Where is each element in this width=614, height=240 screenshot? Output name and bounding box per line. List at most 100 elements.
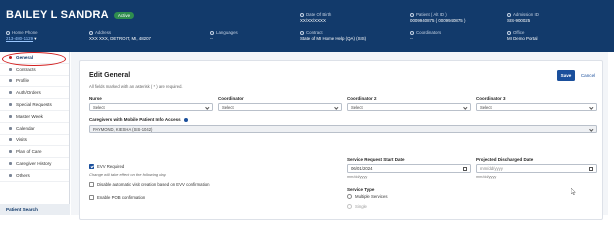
sidebar-nav: General Contracts Profile Auth/Orders Sp… [0, 52, 70, 215]
coordinator2-select[interactable]: Select [347, 103, 471, 111]
address-value: XXX XXX, DETROIT, MI, 48207 [89, 35, 151, 41]
chevron-down-icon [589, 127, 594, 132]
disable-auto-creation-row[interactable]: Disable automatic visit creation based o… [89, 182, 210, 187]
sidebar-item-label: Plan of Care [16, 149, 42, 155]
sidebar-item-label: Visits [16, 137, 27, 143]
address-label: Address [95, 30, 112, 35]
enable-pob-row[interactable]: Enable POB confirmation [89, 195, 145, 200]
nurse-select-value: Select [93, 104, 105, 110]
caregiver-history-icon [9, 162, 12, 166]
coordinator-label: Coordinator [218, 96, 244, 101]
edit-general-card: Edit General All fields marked with an a… [79, 60, 603, 220]
languages-field: Languages -- [210, 30, 238, 41]
master-week-icon [9, 114, 12, 118]
dob-field: Date Of Birth XX/XX/XXXX [300, 12, 331, 23]
disable-auto-creation-checkbox[interactable] [89, 182, 94, 187]
nurse-select[interactable]: Select [89, 103, 213, 111]
languages-value: -- [210, 35, 213, 41]
evv-note: Change will take effect on the following… [89, 172, 167, 177]
chevron-down-icon [589, 105, 594, 110]
projected-discharged-placeholder: mm/dd/yyyy [480, 166, 503, 171]
sidebar-item-auth-orders[interactable]: Auth/Orders [0, 87, 69, 100]
main-content: Edit General All fields marked with an a… [71, 52, 608, 220]
home-phone-field: Home Phone 213-480-1129 ▾ [6, 30, 38, 41]
service-type-multiple-row[interactable]: Multiple Services [347, 194, 387, 199]
coordinator-select-value: Select [222, 104, 234, 110]
patient-name: BAILEY L SANDRA [6, 9, 109, 21]
sidebar-item-label: Others [16, 172, 30, 178]
service-type-single-row[interactable]: Single [347, 204, 367, 209]
dob-value: XX/XX/XXXX [300, 17, 326, 23]
annotation-highlight-circle [2, 52, 66, 66]
profile-icon [9, 79, 12, 83]
caregivers-access-value: PAYMOND, KIESHA (SIS-1042) [93, 126, 153, 132]
chevron-down-icon [463, 105, 468, 110]
calendar-icon[interactable] [463, 167, 467, 171]
service-request-start-value: 06/01/2024 [351, 166, 373, 171]
coordinators-field: Coordinators -- [410, 30, 441, 41]
cancel-button[interactable]: Cancel [579, 70, 597, 81]
home-phone-link[interactable]: 213-480-1129 [6, 36, 33, 41]
sidebar-item-plan-of-care[interactable]: Plan of Care [0, 146, 69, 159]
id-icon [410, 12, 414, 17]
visits-icon [9, 138, 12, 142]
patient-search-label: Patient Search [6, 207, 38, 212]
calendar-icon[interactable] [589, 167, 593, 171]
admission-icon [507, 12, 511, 17]
sidebar-item-visits[interactable]: Visits [0, 135, 69, 147]
projected-discharged-format: mm/dd/yyyy [476, 175, 497, 179]
info-icon[interactable] [183, 117, 188, 122]
others-icon [9, 173, 12, 177]
mouse-cursor-icon [571, 188, 576, 195]
office-icon [507, 30, 511, 35]
patient-search-button[interactable]: Patient Search [0, 204, 70, 215]
disable-auto-creation-label: Disable automatic visit creation based o… [97, 182, 210, 187]
admission-id-label: Admission ID [513, 12, 539, 17]
special-requests-icon [9, 103, 12, 107]
sidebar-item-label: Caregiver History [16, 161, 52, 167]
chevron-down-icon[interactable]: ▾ [34, 36, 36, 41]
coordinators-value: -- [410, 35, 413, 41]
save-button[interactable]: Save [557, 70, 575, 81]
sidebar-item-caregiver-history[interactable]: Caregiver History [0, 158, 69, 170]
evv-required-label: EVV Required [97, 164, 125, 169]
service-type-single-radio[interactable] [347, 204, 352, 209]
address-field: Address XXX XXX, DETROIT, MI, 48207 [89, 30, 151, 41]
sidebar-item-master-week[interactable]: Master Week [0, 111, 69, 123]
projected-discharged-label: Projected Discharged Date [476, 157, 534, 162]
sidebar-item-profile[interactable]: Profile [0, 76, 69, 88]
evv-required-row[interactable]: EVV Required [89, 164, 124, 169]
plan-of-care-icon [9, 150, 12, 154]
coordinators-label: Coordinators [416, 30, 442, 35]
sidebar-item-label: Auth/Orders [16, 90, 41, 96]
service-request-start-input[interactable]: 06/01/2024 [347, 164, 471, 173]
coordinator-select[interactable]: Select [218, 103, 342, 111]
admission-id-value: SIS-900025 [507, 17, 531, 23]
chevron-down-icon [205, 105, 210, 110]
dob-label: Date Of Birth [306, 12, 332, 17]
enable-pob-checkbox[interactable] [89, 195, 94, 200]
contract-field: Contract State of MI Home Help (QA) (SIS… [300, 30, 366, 41]
service-request-start-label: Service Request Start Date [347, 157, 405, 162]
service-type-multiple-radio[interactable] [347, 194, 352, 199]
evv-required-checkbox[interactable] [89, 164, 94, 169]
location-icon [89, 30, 93, 35]
sidebar-item-special-requests[interactable]: Special Requests [0, 99, 69, 111]
contract-label: Contract [306, 30, 323, 35]
projected-discharged-input[interactable]: mm/dd/yyyy [476, 164, 597, 173]
caregivers-access-select[interactable]: PAYMOND, KIESHA (SIS-1042) [89, 125, 597, 133]
languages-icon [210, 30, 214, 35]
required-note: All fields marked with an asterisk ( * )… [89, 84, 183, 89]
office-value: MI Demo Portal [507, 35, 538, 41]
service-request-start-format: mm/dd/yyyy [347, 175, 368, 179]
patient-alt-id-field: Patient ( Alt ID ) 0009940875 ( 00099408… [410, 12, 465, 23]
sidebar-item-calendar[interactable]: Calendar [0, 123, 69, 135]
admission-id-field: Admission ID SIS-900025 [507, 12, 539, 23]
patient-alt-id-value: 0009940875 ( 0009940875 ) [410, 17, 466, 23]
sidebar-item-label: Special Requests [16, 102, 52, 108]
coordinator2-label: Coordinator 2 [347, 96, 377, 101]
auth-orders-icon [9, 91, 12, 95]
sidebar-item-others[interactable]: Others [0, 170, 69, 182]
coordinator3-select[interactable]: Select [476, 103, 597, 111]
patient-name-row: BAILEY L SANDRA Active [6, 9, 135, 21]
